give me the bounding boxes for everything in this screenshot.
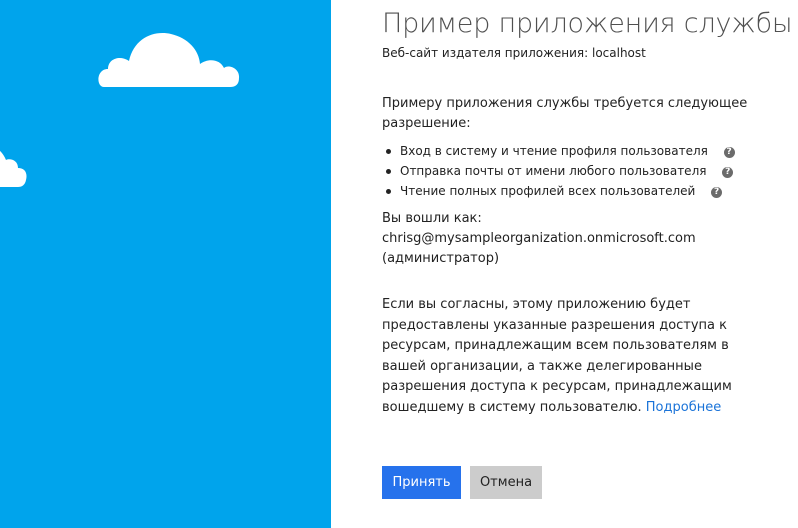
list-item: Отправка почты от имени любого пользоват…: [382, 161, 735, 181]
signed-in-info: Вы вошли как: chrisg@mysampleorganizatio…: [382, 209, 696, 269]
account-role: (администратор): [382, 251, 500, 266]
permission-label: Чтение полных профилей всех пользователе…: [400, 184, 696, 198]
permissions-intro: Примеру приложения службы требуется след…: [382, 96, 748, 131]
list-item: Вход в систему и чтение профиля пользова…: [382, 141, 735, 161]
account-email: chrisg@mysampleorganization.onmicrosoft.…: [382, 231, 696, 246]
bullet-icon: [386, 189, 391, 194]
learn-more-link[interactable]: Подробнее: [646, 400, 721, 415]
permission-label: Отправка почты от имени любого пользоват…: [400, 164, 707, 178]
list-item: Чтение полных профилей всех пользователе…: [382, 181, 735, 201]
help-icon[interactable]: ?: [711, 187, 723, 198]
cloud-icon: [0, 150, 27, 187]
bullet-icon: [386, 149, 391, 154]
consent-text: Если вы согласны, этому приложению будет…: [382, 295, 774, 418]
bullet-icon: [386, 169, 391, 174]
help-icon[interactable]: ?: [722, 167, 734, 178]
permission-label: Вход в систему и чтение профиля пользова…: [400, 144, 708, 158]
cloud-icon: [98, 33, 240, 87]
page-title: Пример приложения службы: [382, 8, 793, 39]
permissions-list: Вход в систему и чтение профиля пользова…: [382, 141, 735, 201]
accept-button[interactable]: Принять: [382, 466, 461, 499]
consent-body: Если вы согласны, этому приложению будет…: [382, 297, 732, 415]
publisher-text: Веб-сайт издателя приложения: localhost: [382, 46, 646, 60]
help-icon[interactable]: ?: [723, 147, 735, 158]
branding-panel: [0, 0, 331, 528]
cancel-button[interactable]: Отмена: [470, 466, 542, 499]
signed-in-label: Вы вошли как:: [382, 211, 482, 226]
